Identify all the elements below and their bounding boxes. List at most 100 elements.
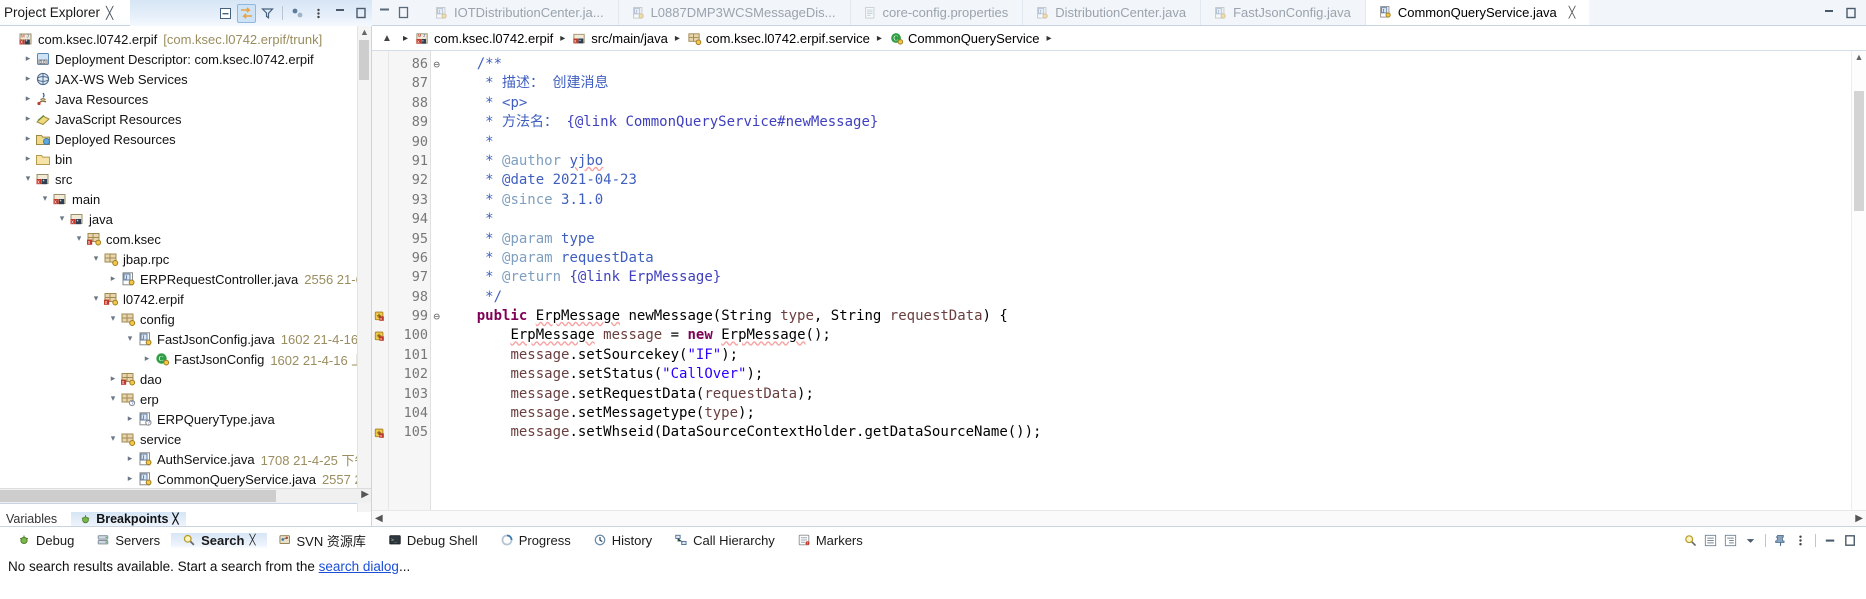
link-with-editor-icon[interactable]	[237, 3, 256, 23]
source-editor[interactable]: x x x 86 ⊖ 87 88 89 90 91 92 93 94 95 96 97 98 99 ⊖ 100 1…	[372, 51, 1866, 510]
bottom-tab-2[interactable]: Servers	[85, 533, 171, 548]
editor-horizontal-scrollbar[interactable]: ◀ ▶	[372, 510, 1866, 526]
scroll-up-icon[interactable]: ▲	[358, 26, 371, 38]
view-menu-icon[interactable]	[1793, 533, 1808, 548]
chevron-right-icon[interactable]: ▸	[106, 374, 120, 384]
view-tab-variables[interactable]: Variables	[6, 512, 57, 526]
tree-item-18[interactable]: ▸ x dao	[0, 369, 371, 389]
scrollbar-thumb[interactable]	[1854, 91, 1864, 211]
editor-tab-3[interactable]: core-config.properties	[851, 0, 1024, 25]
close-icon[interactable]: ╳	[106, 6, 113, 20]
bottom-tab-7[interactable]: History	[582, 533, 663, 548]
tree-item-4[interactable]: ▸ Java Resources	[0, 89, 371, 109]
dropdown-icon[interactable]	[1743, 533, 1758, 548]
tree-item-14[interactable]: ▾ x l0742.erpif	[0, 289, 371, 309]
chevron-right-icon[interactable]: ▸	[123, 414, 137, 424]
chevron-right-icon[interactable]: ▸	[140, 354, 154, 364]
chevron-right-icon[interactable]: ▸	[106, 274, 120, 284]
bottom-tab-9[interactable]: ! Markers	[786, 533, 874, 548]
chevron-down-icon[interactable]: ▾	[72, 234, 86, 244]
tree-item-19[interactable]: ▾ ? erp	[0, 389, 371, 409]
scrollbar-thumb[interactable]	[0, 490, 276, 502]
search-dialog-link[interactable]: search dialog	[319, 559, 399, 574]
tree-item-7[interactable]: ▸ bin	[0, 149, 371, 169]
editor-code-area[interactable]: /** * 描述： 创建消息 * <p> * 方法名： {@link Commo…	[431, 51, 1851, 510]
editor-tab-6[interactable]: J CommonQueryService.java ╳	[1365, 0, 1590, 25]
editor-maximize-icon[interactable]	[397, 6, 410, 19]
chevron-right-icon[interactable]: ▸	[123, 474, 137, 484]
bottom-tab-1[interactable]: Debug	[6, 533, 85, 548]
editor-marker-column[interactable]: x x x	[372, 51, 389, 510]
tree-item-2[interactable]: ▸ 3.0 Deployment Descriptor: com.ksec.l07…	[0, 49, 371, 69]
chevron-down-icon[interactable]: ▾	[123, 334, 137, 344]
editor-maximize2-icon[interactable]	[1844, 6, 1858, 20]
chevron-down-icon[interactable]: ▾	[55, 214, 69, 224]
view-menu-icon[interactable]	[288, 4, 307, 23]
tree-item-6[interactable]: ▸ Deployed Resources	[0, 129, 371, 149]
tree-item-9[interactable]: ▾ x * main	[0, 189, 371, 209]
chevron-down-icon[interactable]: ▾	[89, 294, 103, 304]
scroll-right-icon[interactable]: ▶	[1855, 513, 1863, 524]
tree-item-8[interactable]: ▾ x * src	[0, 169, 371, 189]
chevron-down-icon[interactable]: ▾	[106, 434, 120, 444]
bottom-tab-5[interactable]: >_ Debug Shell	[377, 533, 489, 548]
chevron-right-icon[interactable]: ▸	[21, 54, 35, 64]
project-tree[interactable]: x * M Jcom.ksec.l0742.erpif [com.ksec.l074…	[0, 26, 371, 488]
bottom-tab-6[interactable]: Progress	[489, 533, 582, 548]
chevron-right-icon[interactable]: ▸	[21, 94, 35, 104]
bottom-tab-4[interactable]: SVN 资源库	[267, 531, 377, 550]
tree-item-5[interactable]: ▸ JavaScript Resources	[0, 109, 371, 129]
run-search-icon[interactable]	[1683, 533, 1698, 548]
editor-restore-icon[interactable]	[378, 6, 391, 19]
breadcrumb-item-3[interactable]: com.ksec.l0742.erpif.service	[685, 31, 872, 46]
editor-tab-2[interactable]: J L0887DMP3WCSMessageDis...	[619, 0, 851, 25]
breadcrumb[interactable]: ▲ ▸ x * M J com.ksec.l0742.erpif ▸ x * src/m…	[372, 26, 1866, 51]
tree-item-21[interactable]: ▾ service	[0, 429, 371, 449]
tree-item-1[interactable]: x * M Jcom.ksec.l0742.erpif [com.ksec.l074…	[0, 29, 371, 49]
breadcrumb-item-2[interactable]: x * src/main/java	[570, 31, 670, 46]
scroll-up-icon[interactable]: ▲	[1852, 51, 1866, 64]
chevron-down-icon[interactable]: ▾	[106, 394, 120, 404]
pin-icon[interactable]	[1773, 533, 1788, 548]
breadcrumb-item-4[interactable]: C CommonQueryService	[887, 31, 1042, 46]
editor-tab-4[interactable]: J DistributionCenter.java	[1023, 0, 1202, 25]
tree-item-20[interactable]: ▸ J ? ERPQueryType.java	[0, 409, 371, 429]
bottom-tab-8[interactable]: Call Hierarchy	[663, 533, 786, 548]
show-as-tree-icon[interactable]	[1723, 533, 1738, 548]
view-menu-chevron-icon[interactable]	[309, 4, 328, 23]
scroll-left-icon[interactable]: ◀	[375, 513, 383, 524]
tree-item-23[interactable]: ▸ J CommonQueryService.java 2557 2	[0, 469, 371, 488]
editor-vertical-scrollbar[interactable]: ▲	[1851, 51, 1866, 510]
tree-item-22[interactable]: ▸ J AuthService.java 1708 21-4-25 下午	[0, 449, 371, 469]
maximize-icon[interactable]	[1843, 533, 1858, 548]
chevron-right-icon[interactable]: ▸	[123, 454, 137, 464]
close-icon[interactable]: ╳	[172, 514, 178, 525]
tree-item-10[interactable]: ▾ x * java	[0, 209, 371, 229]
chevron-down-icon[interactable]: ▾	[21, 174, 35, 184]
minimize-icon[interactable]	[330, 4, 349, 23]
editor-minimize-icon[interactable]	[1822, 6, 1836, 20]
tree-item-3[interactable]: ▸ JAX-WS Web Services	[0, 69, 371, 89]
chevron-right-icon[interactable]: ▸	[21, 154, 35, 164]
tree-item-11[interactable]: ▾ x com.ksec	[0, 229, 371, 249]
chevron-right-icon[interactable]: ▸	[21, 134, 35, 144]
breadcrumb-item-1[interactable]: x * M J com.ksec.l0742.erpif	[413, 31, 555, 46]
editor-tab-5[interactable]: J FastJsonConfig.java	[1201, 0, 1366, 25]
chevron-right-icon[interactable]: ▸	[21, 114, 35, 124]
chevron-down-icon[interactable]: ▾	[106, 314, 120, 324]
tree-item-13[interactable]: ▸ J ERPRequestController.java 2556 21-6	[0, 269, 371, 289]
explorer-horizontal-scrollbar[interactable]: ▶	[0, 488, 371, 503]
tree-item-12[interactable]: ▾ jbap.rpc	[0, 249, 371, 269]
view-filter-icon[interactable]	[258, 4, 277, 23]
collapse-all-icon[interactable]	[216, 4, 235, 23]
tree-item-15[interactable]: ▾ config	[0, 309, 371, 329]
chevron-right-icon[interactable]: ▸	[21, 74, 35, 84]
maximize-icon[interactable]	[351, 4, 370, 23]
tree-item-16[interactable]: ▾ J FastJsonConfig.java 1602 21-4-16 _	[0, 329, 371, 349]
explorer-vertical-scrollbar[interactable]: ▲	[357, 26, 371, 512]
show-as-list-icon[interactable]	[1703, 533, 1718, 548]
editor-tab-1[interactable]: J IOTDistributionCenter.ja...	[422, 0, 619, 25]
project-explorer-tab-label[interactable]: Project Explorer	[0, 5, 100, 20]
chevron-down-icon[interactable]: ▾	[38, 194, 52, 204]
close-icon[interactable]: ╳	[249, 535, 255, 546]
